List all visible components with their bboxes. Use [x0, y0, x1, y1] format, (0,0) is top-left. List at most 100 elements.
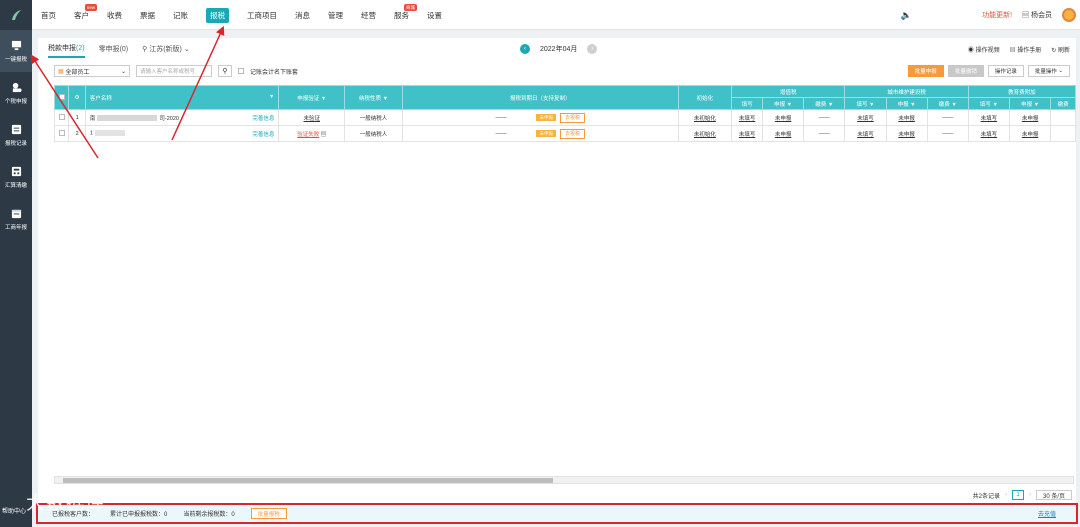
nav-bookkeeping[interactable]: 记账: [164, 0, 197, 30]
staff-select[interactable]: ▦ 全部员工 ⌄: [54, 65, 130, 77]
batch-declare-button[interactable]: 批量申报: [907, 65, 944, 77]
action-buttons: 批量申报 批量撤销 操作记录 批量操作 ⌄: [907, 65, 1070, 77]
tax-tabs: 税款申报(2) 零申报(0) ⚲ 江苏(新版) ⌄: [48, 42, 190, 58]
verify-status-link[interactable]: 验证失败: [297, 132, 319, 138]
prev-page-icon[interactable]: ‹: [1005, 492, 1007, 498]
urban-tax-header: 城市维护建设税: [844, 85, 969, 98]
nav-message[interactable]: 消息: [286, 0, 319, 30]
row-checkbox[interactable]: [58, 129, 65, 136]
urban-declare-link[interactable]: 未申报: [898, 116, 915, 122]
filter-icon[interactable]: ▼: [321, 96, 326, 102]
go-declare-button[interactable]: 去报税: [559, 112, 585, 123]
customer-cell: 1 完善信息: [84, 125, 280, 142]
prev-month-icon[interactable]: ‹: [520, 44, 530, 54]
complete-info-link[interactable]: 完善信息: [252, 130, 274, 138]
urban-fill-link[interactable]: 未填写: [857, 116, 874, 122]
vat-declare-link[interactable]: 未申报: [775, 132, 792, 138]
accountant-checkbox[interactable]: [238, 68, 244, 74]
edu-declare-link[interactable]: 未申报: [1022, 116, 1039, 122]
buy-tax-button[interactable]: 批量报税: [250, 508, 287, 519]
filter-icon[interactable]: ▼: [1034, 102, 1039, 108]
filter-icon[interactable]: ▼: [951, 102, 956, 108]
operation-video-link[interactable]: ◉ 操作视频: [968, 45, 1000, 54]
monitor-icon: [11, 40, 21, 50]
nav-invoice[interactable]: 票据: [131, 0, 164, 30]
region-select[interactable]: ⚲ 江苏(新版) ⌄: [142, 44, 190, 57]
refresh-link[interactable]: ↻ 刷新: [1051, 45, 1070, 54]
filter-icon[interactable]: ▼: [828, 102, 833, 108]
filter-icon[interactable]: ▼: [787, 102, 792, 108]
page-number[interactable]: 1: [1012, 490, 1024, 500]
nav-service[interactable]: 服务 商城: [385, 0, 418, 30]
sidebar-item-tax-record[interactable]: 报税记录: [0, 114, 32, 156]
verify-status-link[interactable]: 未验证: [304, 116, 321, 122]
next-month-icon[interactable]: ›: [587, 44, 598, 54]
filter-icon[interactable]: ▼: [910, 102, 915, 108]
footer-bar: 已报税客户数： 累计已申报报税数：0 当前剩余报税数：0 批量报税 去充值: [36, 503, 1078, 524]
sidebar-item-label: 一键报税: [4, 56, 27, 63]
page-size-select[interactable]: 30 条/页: [1036, 490, 1072, 500]
row-checkbox[interactable]: [58, 113, 65, 120]
edu-declare-link[interactable]: 未申报: [1022, 132, 1039, 138]
vat-declare-link[interactable]: 未申报: [775, 116, 792, 122]
select-all-header[interactable]: [53, 85, 70, 110]
urban-declare-link[interactable]: 未申报: [898, 132, 915, 138]
search-input[interactable]: 请输入客户名称或税号: [136, 65, 212, 77]
nav-business[interactable]: 工商项目: [238, 0, 286, 30]
tab-zero-declare[interactable]: 零申报(0): [99, 44, 129, 57]
complete-info-link[interactable]: 完善信息: [252, 114, 274, 122]
nav-settings[interactable]: 设置: [418, 0, 451, 30]
gear-icon: ⚙: [74, 94, 80, 101]
sidebar-item-annual-report[interactable]: 工商年报: [0, 198, 32, 240]
edu-fill-link[interactable]: 未填写: [981, 132, 998, 138]
urban-pay-header: 缴费 ▼: [926, 97, 969, 110]
sidebar-item-personal-tax[interactable]: 个税申报: [0, 72, 32, 114]
nav-tax[interactable]: 报税: [197, 0, 238, 30]
go-declare-button[interactable]: 去报税: [559, 128, 585, 139]
filter-icon[interactable]: ▼: [269, 94, 274, 100]
book-icon: ▤: [1009, 48, 1016, 54]
avatar[interactable]: [1062, 8, 1076, 22]
tab-tax-declare[interactable]: 税款申报(2): [48, 43, 85, 58]
deadline-header: 报税到期日（支持复制）: [401, 85, 679, 110]
batch-operation-button[interactable]: 批量操作 ⌄: [1027, 65, 1070, 77]
horizontal-scrollbar[interactable]: [54, 476, 1074, 484]
nav-operation[interactable]: 经营: [352, 0, 385, 30]
table-row: 2 1 完善信息 验证失败 ▤ 一般纳税人 —— 未申报 去报税 未初始化 未填写 …: [53, 125, 1076, 142]
nav-manage[interactable]: 管理: [319, 0, 352, 30]
vat-fill-link[interactable]: 未填写: [739, 132, 756, 138]
select-all-checkbox[interactable]: [58, 93, 65, 100]
user-menu[interactable]: ▤ 杨会员: [1022, 10, 1052, 20]
nav-home[interactable]: 首页: [32, 0, 65, 30]
init-header: 初始化: [677, 85, 733, 110]
settings-header[interactable]: ⚙: [68, 85, 86, 110]
vat-fill-link[interactable]: 未填写: [739, 116, 756, 122]
sidebar-item-settlement[interactable]: 汇算清缴: [0, 156, 32, 198]
feature-update-link[interactable]: 功能更新!: [982, 10, 1012, 20]
urban-pay-cell: ——: [926, 109, 969, 126]
edu-fill-link[interactable]: 未填写: [981, 116, 998, 122]
speaker-icon[interactable]: 🔈: [901, 10, 912, 21]
nav-customer[interactable]: 客户 new: [65, 0, 98, 30]
recharge-link[interactable]: 去充值: [1038, 509, 1056, 518]
urban-fill-link[interactable]: 未填写: [857, 132, 874, 138]
help-center[interactable]: 帮助中心: [2, 506, 26, 515]
calculator-icon: [11, 166, 21, 176]
batch-cancel-button[interactable]: 批量撤销: [947, 65, 984, 77]
init-link[interactable]: 未初始化: [694, 132, 716, 138]
urban-fill-header: 填写 ▼: [844, 97, 887, 110]
nav-charge[interactable]: 收费: [98, 0, 131, 30]
operation-manual-link[interactable]: ▤ 操作手册: [1010, 45, 1042, 54]
scrollbar-thumb[interactable]: [63, 478, 553, 483]
init-link[interactable]: 未初始化: [694, 116, 716, 122]
filter-icon[interactable]: ▼: [869, 102, 874, 108]
operation-log-button[interactable]: 操作记录: [987, 65, 1024, 77]
status-badge: 未申报: [536, 129, 556, 137]
search-button[interactable]: ⚲: [218, 65, 232, 77]
edu-pay-cell: [1050, 109, 1076, 126]
filter-icon[interactable]: ▼: [383, 96, 388, 102]
filter-icon[interactable]: ▼: [992, 102, 997, 108]
document-icon[interactable]: ▤: [321, 132, 327, 138]
sidebar-item-one-click-tax[interactable]: 一键报税: [0, 30, 32, 72]
next-page-icon[interactable]: ›: [1029, 492, 1031, 498]
